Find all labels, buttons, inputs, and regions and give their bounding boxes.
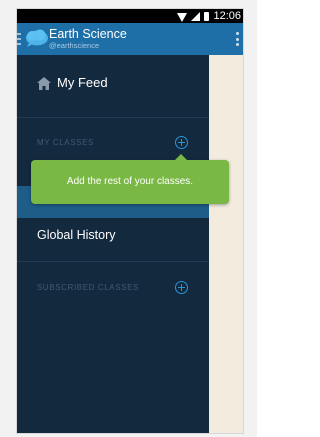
- status-icons: 12:06: [177, 9, 241, 23]
- app-handle: @earthscience: [49, 41, 100, 50]
- phone-frame: 12:06 Earth Science @earthscience My Fee…: [0, 0, 257, 437]
- my-feed-label: My Feed: [57, 75, 108, 90]
- overflow-menu-icon[interactable]: [235, 32, 239, 46]
- signal-icon: [191, 11, 201, 21]
- add-classes-tooltip[interactable]: Add the rest of your classes.: [31, 154, 229, 204]
- divider: [17, 261, 209, 262]
- cloud-logo-icon[interactable]: [25, 29, 49, 47]
- wifi-icon: [177, 12, 188, 22]
- tooltip-text: Add the rest of your classes.: [66, 176, 194, 187]
- subscribed-classes-header: SUBSCRIBED CLASSES: [37, 283, 139, 292]
- drawer-item-my-feed[interactable]: My Feed: [17, 55, 209, 117]
- home-icon: [37, 77, 51, 90]
- add-subscribed-class-button[interactable]: [175, 281, 188, 294]
- divider: [17, 117, 209, 118]
- app-bar: Earth Science @earthscience: [17, 23, 243, 55]
- battery-icon: [204, 11, 210, 21]
- drawer-indicator-icon[interactable]: [17, 33, 21, 45]
- app-title: Earth Science: [49, 27, 127, 41]
- status-bar: 12:06: [17, 9, 243, 23]
- class-item-global-history[interactable]: Global History: [37, 228, 116, 243]
- app-screen: 12:06 Earth Science @earthscience My Fee…: [16, 8, 244, 434]
- navigation-drawer: My Feed MY CLASSES Global History SUBSCR…: [17, 55, 209, 433]
- my-classes-header: MY CLASSES: [37, 138, 94, 147]
- status-time: 12:06: [213, 10, 241, 22]
- add-class-button[interactable]: [175, 136, 188, 149]
